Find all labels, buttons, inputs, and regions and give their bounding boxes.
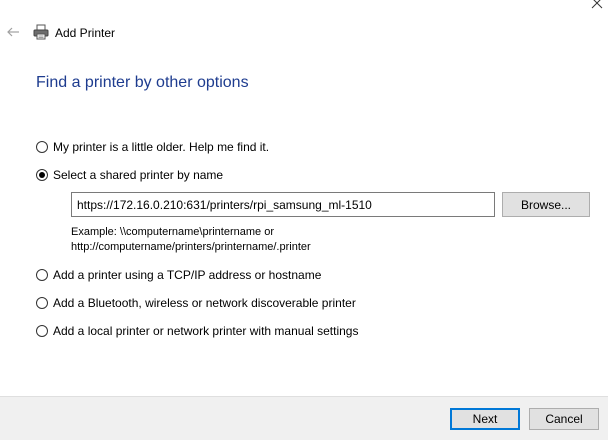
bluetooth-wireless-radio[interactable] [36,297,48,309]
option-older-printer[interactable]: My printer is a little older. Help me fi… [36,139,269,155]
option-label: Add a Bluetooth, wireless or network dis… [53,296,356,310]
example-line-1: Example: \\computername\printername or [71,226,274,238]
back-arrow-icon[interactable] [6,25,20,39]
example-text: Example: \\computername\printername or h… [71,225,311,255]
option-label: Add a printer using a TCP/IP address or … [53,268,322,282]
option-label: Select a shared printer by name [53,168,224,182]
local-printer-radio[interactable] [36,325,48,337]
add-printer-window: Add Printer Find a printer by other opti… [0,0,608,440]
shared-printer-radio[interactable] [36,169,48,181]
option-local-printer[interactable]: Add a local printer or network printer w… [36,323,358,339]
older-printer-radio[interactable] [36,141,48,153]
close-icon[interactable] [590,0,604,10]
example-line-2: http://computername/printers/printername… [71,241,311,253]
printer-icon [33,24,49,40]
option-label: Add a local printer or network printer w… [53,324,359,338]
cancel-button[interactable]: Cancel [529,408,599,430]
tcpip-radio[interactable] [36,269,48,281]
browse-button[interactable]: Browse... [502,192,590,217]
next-button[interactable]: Next [450,408,520,430]
window-title: Add Printer [55,26,116,40]
page-title: Find a printer by other options [36,74,249,91]
option-tcpip[interactable]: Add a printer using a TCP/IP address or … [36,267,321,283]
option-shared-printer[interactable]: Select a shared printer by name [36,167,223,183]
option-bluetooth-wireless[interactable]: Add a Bluetooth, wireless or network dis… [36,295,356,311]
option-label: My printer is a little older. Help me fi… [53,140,270,154]
shared-printer-name-input[interactable] [71,192,495,217]
